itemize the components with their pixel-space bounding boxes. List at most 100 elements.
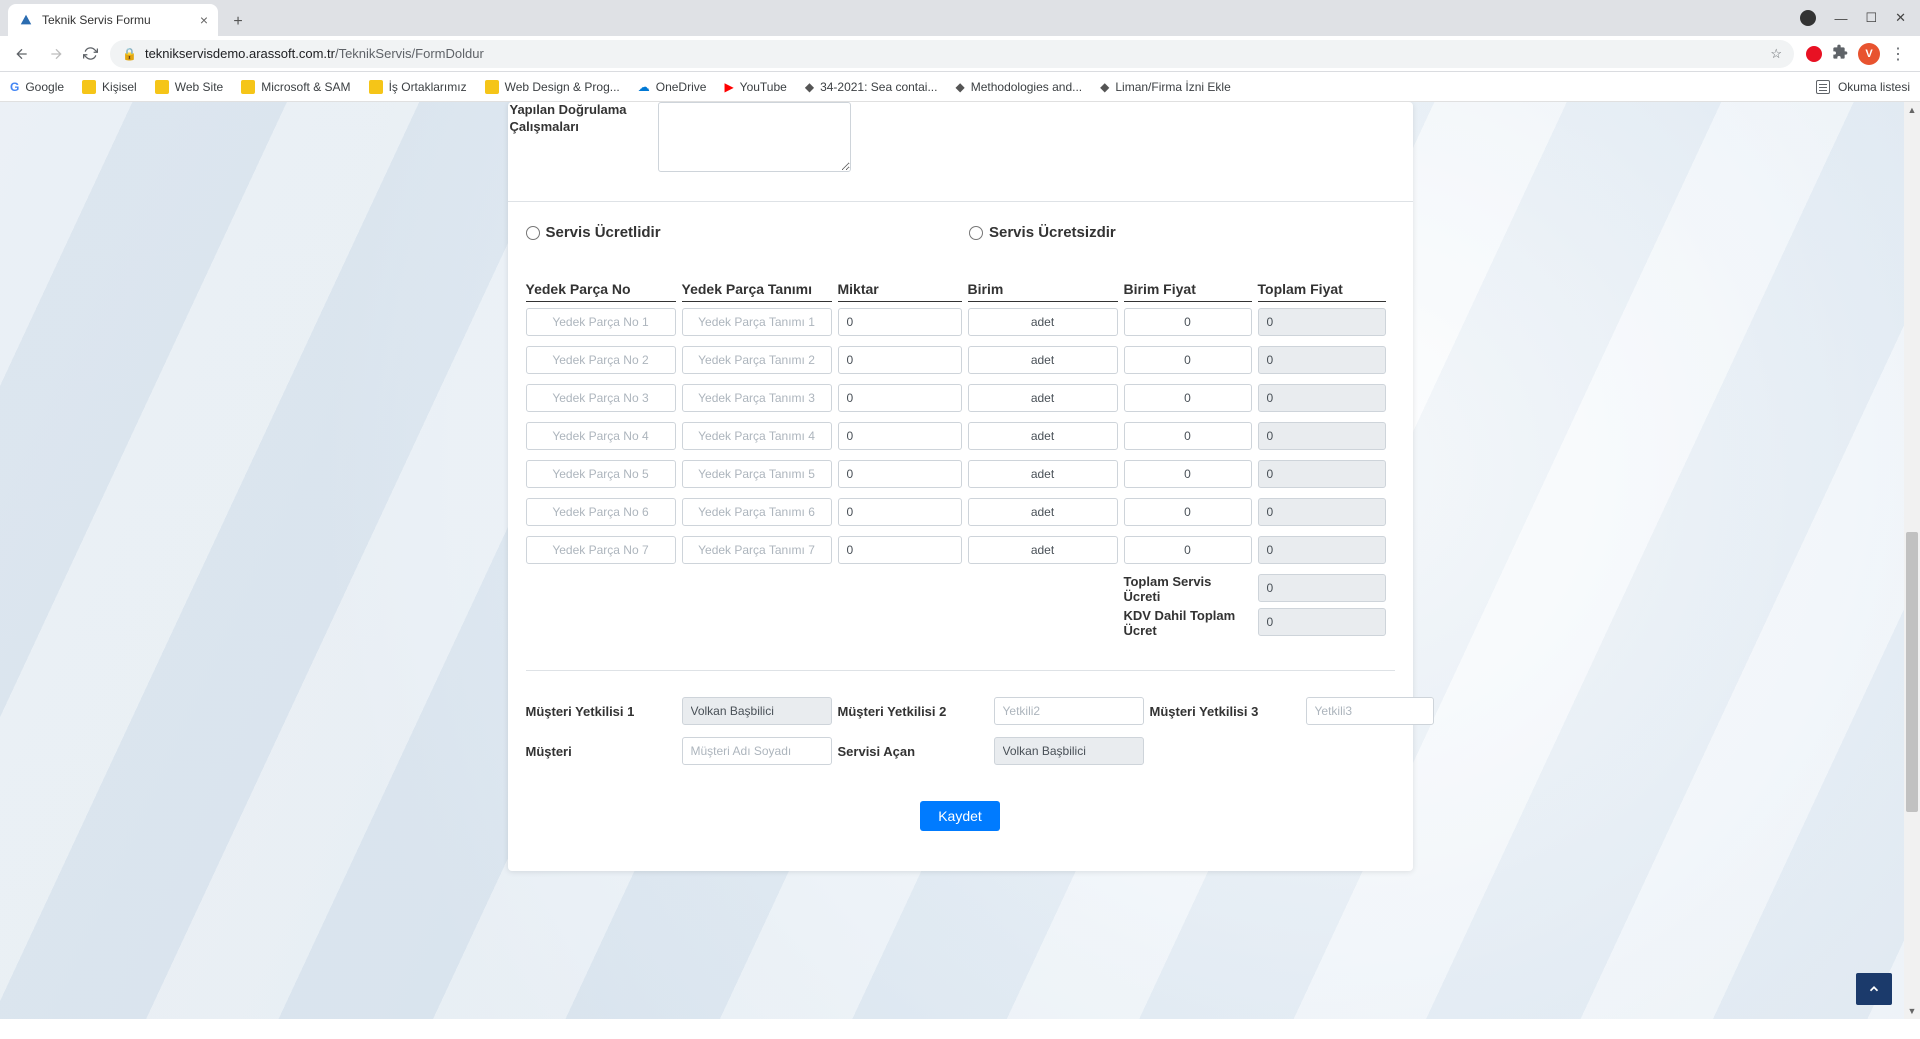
part-total-output <box>1258 498 1386 526</box>
page-icon: ◆ <box>1100 80 1109 94</box>
part-qty-input[interactable] <box>838 308 962 336</box>
save-button[interactable]: Kaydet <box>920 801 1000 831</box>
customer-label: Müşteri <box>526 744 676 759</box>
part-unit-input[interactable] <box>968 308 1118 336</box>
auth2-input[interactable] <box>994 697 1144 725</box>
bookmark-label: 34-2021: Sea contai... <box>820 80 937 94</box>
part-desc-input[interactable] <box>682 536 832 564</box>
bookmark-item[interactable]: İş Ortaklarımız <box>369 80 467 94</box>
radio-input-paid[interactable] <box>526 226 540 240</box>
part-price-input[interactable] <box>1124 460 1252 488</box>
profile-dot-icon[interactable] <box>1800 10 1816 26</box>
maximize-icon[interactable]: ☐ <box>1865 10 1877 26</box>
part-qty-input[interactable] <box>838 422 962 450</box>
part-desc-input[interactable] <box>682 460 832 488</box>
parts-row <box>526 498 1395 526</box>
part-qty-input[interactable] <box>838 498 962 526</box>
customer-input[interactable] <box>682 737 832 765</box>
part-unit-input[interactable] <box>968 346 1118 374</box>
browser-tab[interactable]: Teknik Servis Formu × <box>8 4 218 36</box>
part-unit-input[interactable] <box>968 460 1118 488</box>
part-no-input[interactable] <box>526 536 676 564</box>
part-qty-input[interactable] <box>838 460 962 488</box>
radio-service-free[interactable]: Servis Ücretsizdir <box>969 224 1413 241</box>
bookmark-item[interactable]: Web Site <box>155 80 223 94</box>
part-desc-input[interactable] <box>682 422 832 450</box>
part-unit-input[interactable] <box>968 384 1118 412</box>
youtube-icon: ▶ <box>724 80 733 94</box>
radio-input-free[interactable] <box>969 226 983 240</box>
part-qty-input[interactable] <box>838 384 962 412</box>
opener-label: Servisi Açan <box>838 744 988 759</box>
part-total-output <box>1258 536 1386 564</box>
bookmark-label: YouTube <box>740 80 787 94</box>
part-desc-input[interactable] <box>682 384 832 412</box>
part-no-input[interactable] <box>526 308 676 336</box>
bookmark-item[interactable]: ◆Methodologies and... <box>955 80 1082 94</box>
scroll-thumb[interactable] <box>1906 532 1918 812</box>
part-price-input[interactable] <box>1124 422 1252 450</box>
opener-input <box>994 737 1144 765</box>
page-icon: ◆ <box>805 80 814 94</box>
bookmark-item[interactable]: ◆Liman/Firma İzni Ekle <box>1100 80 1231 94</box>
part-price-input[interactable] <box>1124 346 1252 374</box>
part-desc-input[interactable] <box>682 308 832 336</box>
avatar[interactable]: V <box>1858 43 1880 65</box>
extensions-icon[interactable] <box>1832 44 1848 63</box>
part-price-input[interactable] <box>1124 498 1252 526</box>
part-no-input[interactable] <box>526 346 676 374</box>
bookmark-label: Methodologies and... <box>971 80 1082 94</box>
google-icon: G <box>10 80 19 94</box>
bookmark-item[interactable]: ☁OneDrive <box>638 80 707 94</box>
part-no-input[interactable] <box>526 460 676 488</box>
extension-red-icon[interactable] <box>1806 46 1822 62</box>
bookmark-item[interactable]: ▶ YouTube <box>724 80 786 94</box>
bookmark-item[interactable]: ◆ 34-2021: Sea contai... <box>805 80 938 94</box>
part-qty-input[interactable] <box>838 536 962 564</box>
bookmark-item[interactable]: Microsoft & SAM <box>241 80 350 94</box>
bookmark-label: Google <box>25 80 64 94</box>
bookmark-item[interactable]: Kişisel <box>82 80 137 94</box>
window-controls: — ☐ ✕ <box>1800 0 1920 36</box>
part-no-input[interactable] <box>526 498 676 526</box>
menu-icon[interactable]: ⋮ <box>1890 44 1906 64</box>
close-icon[interactable]: × <box>200 12 208 28</box>
part-unit-input[interactable] <box>968 498 1118 526</box>
scroll-down-icon[interactable]: ▼ <box>1904 1003 1920 1019</box>
part-price-input[interactable] <box>1124 384 1252 412</box>
part-desc-input[interactable] <box>682 498 832 526</box>
part-unit-input[interactable] <box>968 536 1118 564</box>
part-price-input[interactable] <box>1124 536 1252 564</box>
minimize-icon[interactable]: — <box>1834 11 1847 26</box>
bookmark-item[interactable]: G Google <box>10 80 64 94</box>
new-tab-button[interactable]: + <box>224 8 252 36</box>
part-qty-input[interactable] <box>838 346 962 374</box>
window-close-icon[interactable]: ✕ <box>1895 10 1906 26</box>
scroll-to-top-button[interactable] <box>1856 973 1892 1005</box>
address-bar[interactable]: 🔒 teknikservisdemo.arassoft.com.tr/Tekni… <box>110 40 1794 68</box>
part-unit-input[interactable] <box>968 422 1118 450</box>
reading-list-icon <box>1816 80 1830 94</box>
part-no-input[interactable] <box>526 422 676 450</box>
totals-section: Toplam Servis Ücreti <box>508 574 1413 604</box>
col-unit: Birim <box>968 281 1118 302</box>
back-button[interactable] <box>8 40 36 68</box>
auth1-label: Müşteri Yetkilisi 1 <box>526 704 676 719</box>
forward-button[interactable] <box>42 40 70 68</box>
auth3-input[interactable] <box>1306 697 1434 725</box>
bookmark-label: Web Design & Prog... <box>505 80 620 94</box>
scroll-up-icon[interactable]: ▲ <box>1904 102 1920 118</box>
scrollbar[interactable]: ▲ ▼ <box>1904 102 1920 1019</box>
star-icon[interactable]: ☆ <box>1770 46 1782 62</box>
bookmark-item[interactable]: Web Design & Prog... <box>485 80 620 94</box>
total-vat-value <box>1258 608 1386 636</box>
col-total: Toplam Fiyat <box>1258 281 1386 302</box>
part-no-input[interactable] <box>526 384 676 412</box>
reading-list-label[interactable]: Okuma listesi <box>1838 80 1910 94</box>
part-desc-input[interactable] <box>682 346 832 374</box>
part-price-input[interactable] <box>1124 308 1252 336</box>
radio-service-paid[interactable]: Servis Ücretlidir <box>526 224 970 241</box>
verification-textarea[interactable] <box>658 102 851 172</box>
parts-row <box>526 384 1395 412</box>
reload-button[interactable] <box>76 40 104 68</box>
